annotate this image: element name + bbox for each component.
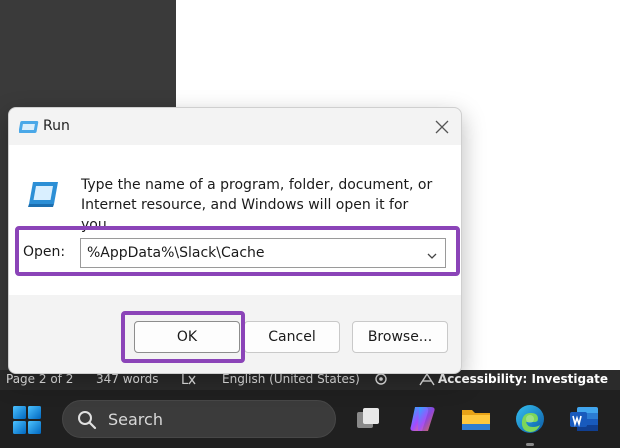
run-app-icon bbox=[18, 118, 41, 136]
word-icon[interactable] bbox=[567, 402, 601, 436]
status-accessibility[interactable]: Accessibility: Investigate bbox=[438, 372, 608, 386]
cancel-button[interactable]: Cancel bbox=[244, 321, 340, 353]
open-combobox[interactable] bbox=[80, 238, 446, 268]
running-app-indicator bbox=[526, 443, 534, 446]
task-view-icon[interactable] bbox=[351, 402, 385, 436]
ok-button[interactable]: OK bbox=[134, 321, 240, 353]
dialog-content: Type the name of a program, folder, docu… bbox=[9, 145, 461, 295]
edge-icon[interactable] bbox=[513, 402, 547, 436]
svg-text:L: L bbox=[181, 373, 189, 387]
search-icon bbox=[77, 410, 97, 430]
windows-start-icon[interactable] bbox=[12, 405, 42, 435]
status-page-count[interactable]: Page 2 of 2 bbox=[6, 372, 73, 386]
status-language[interactable]: English (United States) bbox=[222, 372, 360, 386]
chevron-down-icon[interactable] bbox=[425, 247, 439, 259]
dialog-description: Type the name of a program, folder, docu… bbox=[81, 177, 433, 233]
dialog-title: Run bbox=[43, 118, 70, 134]
search-placeholder: Search bbox=[108, 410, 163, 429]
browse-button[interactable]: Browse... bbox=[352, 321, 448, 353]
taskbar-search-box[interactable]: Search bbox=[62, 400, 336, 438]
file-explorer-icon[interactable] bbox=[459, 402, 493, 436]
open-label: Open: bbox=[23, 244, 66, 260]
close-icon[interactable] bbox=[431, 116, 453, 138]
copilot-icon[interactable] bbox=[405, 402, 439, 436]
taskbar: Search bbox=[0, 390, 620, 448]
status-word-count[interactable]: 347 words bbox=[96, 372, 158, 386]
run-program-icon bbox=[26, 179, 60, 209]
open-input[interactable] bbox=[87, 239, 417, 267]
run-dialog: Run Type the name of a program, folder, … bbox=[8, 107, 462, 374]
